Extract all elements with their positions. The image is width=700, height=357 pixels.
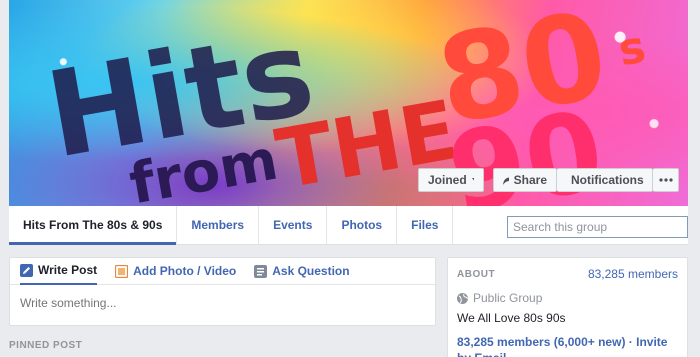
write-post-tab[interactable]: Write Post (20, 258, 98, 285)
about-member-count[interactable]: 83,285 members (588, 267, 678, 281)
tab-events[interactable]: Events (258, 205, 326, 245)
share-button[interactable]: Share (493, 168, 557, 192)
post-composer: Write Post Add Photo / Video Ask Questio… (9, 257, 436, 326)
about-panel: ABOUT 83,285 members Public Group We All… (447, 257, 688, 357)
group-nav-bar: Hits From The 80s & 90s Members Events P… (9, 205, 688, 245)
add-photo-video-label: Add Photo / Video (133, 264, 237, 278)
add-photo-video-tab[interactable]: Add Photo / Video (115, 258, 236, 285)
composer-tabs: Write Post Add Photo / Video Ask Questio… (10, 258, 435, 285)
group-privacy: Public Group (457, 291, 678, 305)
joined-button[interactable]: Joined (418, 168, 484, 192)
share-label: Share (513, 173, 547, 187)
joined-label: Joined (428, 173, 467, 187)
list-icon (254, 264, 268, 278)
pencil-icon (20, 263, 33, 277)
group-type-label: Public Group (473, 291, 543, 305)
caret-down-icon (471, 177, 474, 181)
globe-icon (457, 292, 468, 304)
about-title: ABOUT (457, 268, 496, 280)
photo-icon (115, 264, 129, 278)
tab-group-home[interactable]: Hits From The 80s & 90s (9, 206, 177, 245)
tab-files[interactable]: Files (396, 205, 454, 245)
members-new-link[interactable]: 83,285 members (6,000+ new) (457, 335, 625, 349)
group-search-input[interactable] (507, 216, 688, 238)
group-description: We All Love 80s 90s (457, 311, 566, 325)
tab-photos[interactable]: Photos (326, 205, 396, 245)
ask-question-label: Ask Question (272, 264, 350, 278)
cover-photo: Hits from THE 80 s 90 Joined Share Notif… (9, 0, 688, 206)
cover-art-s: s (615, 22, 650, 77)
notifications-label: Notifications (571, 173, 644, 187)
write-something-input[interactable] (10, 285, 435, 321)
tab-members[interactable]: Members (176, 205, 258, 245)
link-separator: · (625, 335, 637, 349)
more-dots-icon (658, 178, 673, 182)
about-header: ABOUT 83,285 members (457, 267, 678, 281)
pinned-post-label: PINNED POST (9, 340, 83, 351)
ask-question-tab[interactable]: Ask Question (254, 258, 350, 285)
about-links: 83,285 members (6,000+ new) · Invite by … (457, 334, 678, 357)
share-arrow-icon (503, 177, 509, 185)
notifications-button[interactable]: Notifications (557, 168, 653, 192)
more-options-button[interactable] (653, 168, 679, 192)
write-post-label: Write Post (38, 263, 98, 277)
